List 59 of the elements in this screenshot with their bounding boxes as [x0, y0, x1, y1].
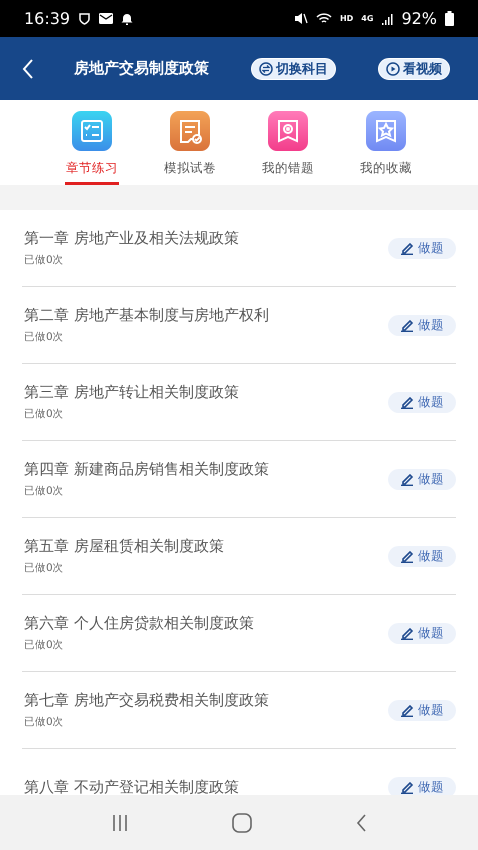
- practice-count: 已做0次: [24, 638, 65, 652]
- pencil-icon: [400, 472, 414, 486]
- practice-button[interactable]: 做题: [388, 546, 456, 566]
- swap-icon: [259, 62, 273, 76]
- hd-label: HD: [340, 14, 354, 23]
- practice-button[interactable]: 做题: [388, 392, 456, 412]
- bell-icon: [121, 12, 134, 25]
- pencil-icon: [400, 395, 414, 409]
- practice-count: 已做0次: [24, 253, 65, 267]
- back-icon[interactable]: [22, 58, 34, 78]
- practice-button[interactable]: 做题: [388, 468, 456, 490]
- practice-count: 已做0次: [24, 715, 65, 729]
- practice-count: 已做0次: [24, 407, 65, 421]
- shield-icon: [78, 12, 92, 25]
- pencil-icon: [400, 241, 414, 255]
- pencil-icon: [400, 318, 414, 332]
- signal-icon: [381, 12, 394, 24]
- page-title: 房地产交易制度政策: [74, 59, 209, 78]
- battery-percent: 92%: [401, 9, 437, 28]
- practice-count: 已做0次: [24, 484, 65, 498]
- video-button[interactable]: 看视频: [378, 58, 450, 80]
- bookmark-x-icon: [268, 111, 308, 151]
- tab[interactable]: 模拟试卷: [150, 111, 230, 185]
- chapter-title: 第二章 房地产基本制度与房地产权利: [24, 306, 270, 325]
- tab[interactable]: 我的收藏: [346, 111, 426, 185]
- practice-button[interactable]: 做题: [388, 776, 456, 795]
- pencil-icon: [400, 549, 414, 563]
- document-check-icon: [170, 111, 210, 151]
- chapter-title: 第七章 房地产交易税费相关制度政策: [24, 691, 270, 710]
- tab[interactable]: 我的错题: [248, 111, 328, 185]
- chapter-title: 第四章 新建商品房销售相关制度政策: [24, 460, 270, 479]
- tab-underline: [65, 182, 119, 184]
- mute-icon: [294, 12, 308, 25]
- switch-subject-button[interactable]: 切换科目: [251, 58, 336, 80]
- pencil-icon: [400, 703, 414, 717]
- practice-button[interactable]: 做题: [388, 622, 456, 644]
- tab[interactable]: 章节练习: [52, 111, 132, 185]
- chapter-title: 第五章 房屋租赁相关制度政策: [24, 537, 225, 556]
- checklist-icon: [72, 111, 112, 151]
- clock-time: 16:39: [24, 9, 70, 28]
- home-icon[interactable]: [232, 812, 252, 832]
- practice-button[interactable]: 做题: [388, 700, 456, 720]
- practice-count: 已做0次: [24, 561, 65, 575]
- recent-apps-icon[interactable]: [111, 814, 130, 832]
- wifi-icon: [316, 12, 332, 25]
- pencil-icon: [400, 626, 414, 640]
- play-icon: [386, 62, 400, 76]
- mail-icon: [99, 13, 114, 24]
- chapter-title: 第六章 个人住房贷款相关制度政策: [24, 614, 255, 633]
- chapter-title: 第一章 房地产业及相关法规政策: [24, 229, 240, 248]
- chapter-title: 第八章 不动产登记相关制度政策: [24, 778, 240, 795]
- chapter-title: 第三章 房地产转让相关制度政策: [24, 383, 240, 402]
- pencil-icon: [400, 780, 414, 794]
- back-icon[interactable]: [354, 814, 367, 832]
- practice-button[interactable]: 做题: [388, 238, 456, 258]
- battery-icon: [445, 11, 454, 26]
- network-label: 4G: [361, 14, 374, 23]
- practice-count: 已做0次: [24, 330, 65, 344]
- practice-button[interactable]: 做题: [388, 314, 456, 336]
